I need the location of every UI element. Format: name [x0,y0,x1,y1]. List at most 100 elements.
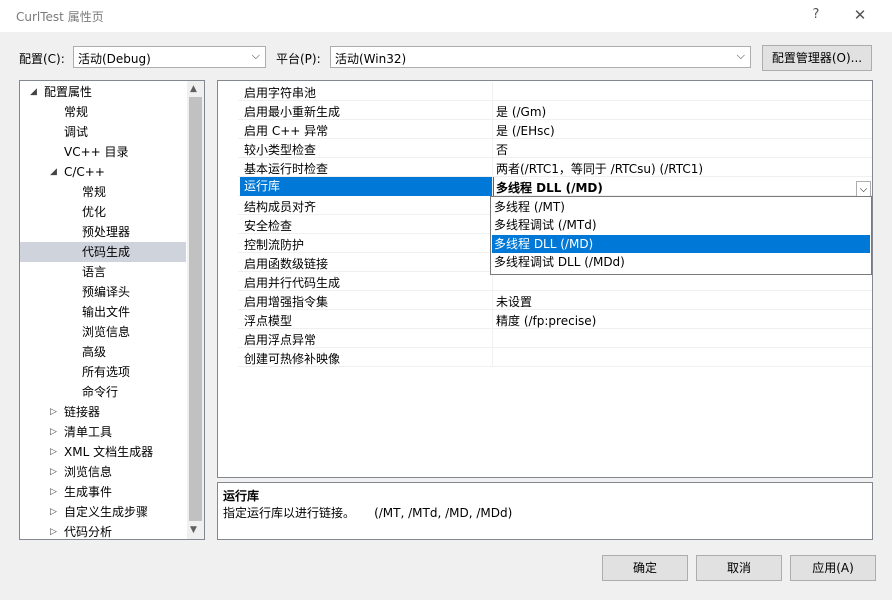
tree-item-label: 配置属性 [44,85,93,99]
property-row[interactable]: 启用 C++ 异常 是 (/EHsc) [218,120,872,139]
scroll-up-icon[interactable]: ▲ [190,84,197,94]
tree-item[interactable]: ▷ 自定义生成步骤 [20,502,186,522]
tree-item-label: 清单工具 [64,425,113,439]
column-divider [492,177,493,196]
property-row[interactable]: 创建可热修补映像 [218,348,872,367]
property-value[interactable]: 否 [496,141,508,158]
property-grid: 启用字符串池 启用最小重新生成是 (/Gm) 启用 C++ 异常是 (/EHsc) 较… [217,80,873,478]
expand-icon[interactable]: ▷ [50,422,57,442]
tree-item[interactable]: ▷ 链接器 [20,402,186,422]
tree-item[interactable]: 输出文件 [20,302,186,322]
collapse-icon[interactable]: ◢ [50,162,57,182]
expand-icon[interactable]: ▷ [50,462,57,482]
tree-item-label: 命令行 [82,385,119,399]
row-gutter [218,215,238,234]
expand-icon[interactable]: ▷ [50,442,57,462]
collapse-icon[interactable]: ◢ [30,82,37,102]
tree-item[interactable]: 常规 [20,102,186,122]
tree-item[interactable]: 预编译头 [20,282,186,302]
expand-icon[interactable]: ▷ [50,402,57,422]
tree-item[interactable]: 浏览信息 [20,322,186,342]
tree-item[interactable]: 预处理器 [20,222,186,242]
property-name: 启用函数级链接 [244,257,329,271]
apply-button[interactable]: 应用(A) [790,555,876,581]
chevron-down-icon: ⌵ [251,49,260,62]
tree-item[interactable]: ◢ 配置属性 [20,82,186,102]
property-value[interactable]: 精度 (/fp:precise) [496,312,596,329]
property-name: 较小类型检查 [244,143,317,157]
column-divider [492,120,493,139]
tree-item[interactable]: ▷ 浏览信息 [20,462,186,482]
description-panel: 运行库 指定运行库以进行链接。 (/MT, /MTd, /MD, /MDd) [217,482,873,540]
tree-scroll-thumb[interactable] [189,97,202,521]
property-value[interactable]: 是 (/Gm) [496,103,546,120]
tree-item[interactable]: 命令行 [20,382,186,402]
property-value[interactable]: 未设置 [496,293,532,310]
platform-select[interactable]: 活动(Win32) ⌵ [330,46,751,68]
row-gutter [218,158,238,177]
dropdown-option-selected[interactable]: 多线程 DLL (/MD) [492,235,870,253]
property-name: 结构成员对齐 [244,200,317,214]
tree-item-label: 代码生成 [82,245,131,259]
tree-item[interactable]: ▷ XML 文档生成器 [20,442,186,462]
row-gutter [218,291,238,310]
dropdown-option[interactable]: 多线程调试 (/MTd) [492,216,870,234]
property-name: 启用 C++ 异常 [244,124,329,138]
platform-select-value: 活动(Win32) [335,52,407,66]
dropdown-option[interactable]: 多线程调试 DLL (/MDd) [492,253,870,271]
runtime-library-dropdown[interactable]: 多线程 (/MT) 多线程调试 (/MTd) 多线程 DLL (/MD) 多线程… [490,196,872,275]
tree-item-label: 所有选项 [82,365,131,379]
expand-icon[interactable]: ▷ [50,522,57,539]
tree-item[interactable]: ▷ 代码分析 [20,522,186,539]
expand-icon[interactable]: ▷ [50,482,57,502]
platform-label: 平台(P): [276,52,321,66]
tree-item-label: 预编译头 [82,285,131,299]
cancel-button[interactable]: 取消 [696,555,782,581]
property-name: 启用字符串池 [244,86,317,100]
property-row[interactable]: 启用最小重新生成 是 (/Gm) [218,101,872,120]
tree-item[interactable]: 语言 [20,262,186,282]
config-select[interactable]: 活动(Debug) ⌵ [73,46,266,68]
window-title: CurlTest 属性页 [16,10,104,24]
property-name: 创建可热修补映像 [244,352,341,366]
property-row[interactable]: 运行库 多线程 DLL (/MD) [218,177,872,196]
tree-item[interactable]: ▷ 清单工具 [20,422,186,442]
close-button[interactable]: ✕ [848,4,872,26]
property-value[interactable]: 多线程 DLL (/MD) [496,179,603,196]
tree-item-label: 输出文件 [82,305,131,319]
tree-item[interactable]: ◢ C/C++ [20,162,186,182]
help-button[interactable]: ? [804,4,828,26]
tree-item[interactable]: 常规 [20,182,186,202]
property-row[interactable]: 启用浮点异常 [218,329,872,348]
tree-item[interactable]: ▷ 生成事件 [20,482,186,502]
expand-icon[interactable]: ▷ [50,502,57,522]
property-name: 基本运行时检查 [244,162,329,176]
property-row[interactable]: 浮点模型 精度 (/fp:precise) [218,310,872,329]
property-row[interactable]: 较小类型检查 否 [218,139,872,158]
config-manager-button[interactable]: 配置管理器(O)... [762,45,872,71]
chevron-down-icon: ⌵ [859,184,868,195]
row-gutter [218,101,238,120]
property-tree[interactable]: ◢ 配置属性 常规 调试 VC++ 目录 ◢ C/C++ 常规 优化 预处理器 代码生成 语言 预编译头… [19,80,205,540]
tree-item-label: XML 文档生成器 [64,445,154,459]
tree-item[interactable]: 代码生成 [20,242,186,262]
tree-item[interactable]: 优化 [20,202,186,222]
property-value[interactable]: 两者(/RTC1，等同于 /RTCsu) (/RTC1) [496,160,703,177]
dropdown-option[interactable]: 多线程 (/MT) [492,198,870,216]
property-value[interactable]: 是 (/EHsc) [496,122,555,139]
tree-item[interactable]: VC++ 目录 [20,142,186,162]
row-gutter [218,329,238,348]
column-divider [492,82,493,101]
property-row[interactable]: 启用字符串池 [218,82,872,101]
property-row[interactable]: 基本运行时检查 两者(/RTC1，等同于 /RTCsu) (/RTC1) [218,158,872,177]
ok-button[interactable]: 确定 [602,555,688,581]
property-name: 启用并行代码生成 [244,276,341,290]
tree-item[interactable]: 高级 [20,342,186,362]
tree-scrollbar[interactable]: ▲ ▼ [187,81,204,539]
description-title: 运行库 [223,489,260,503]
tree-item[interactable]: 调试 [20,122,186,142]
tree-item[interactable]: 所有选项 [20,362,186,382]
scroll-down-icon[interactable]: ▼ [190,525,197,535]
property-row[interactable]: 启用增强指令集 未设置 [218,291,872,310]
column-divider [492,310,493,329]
